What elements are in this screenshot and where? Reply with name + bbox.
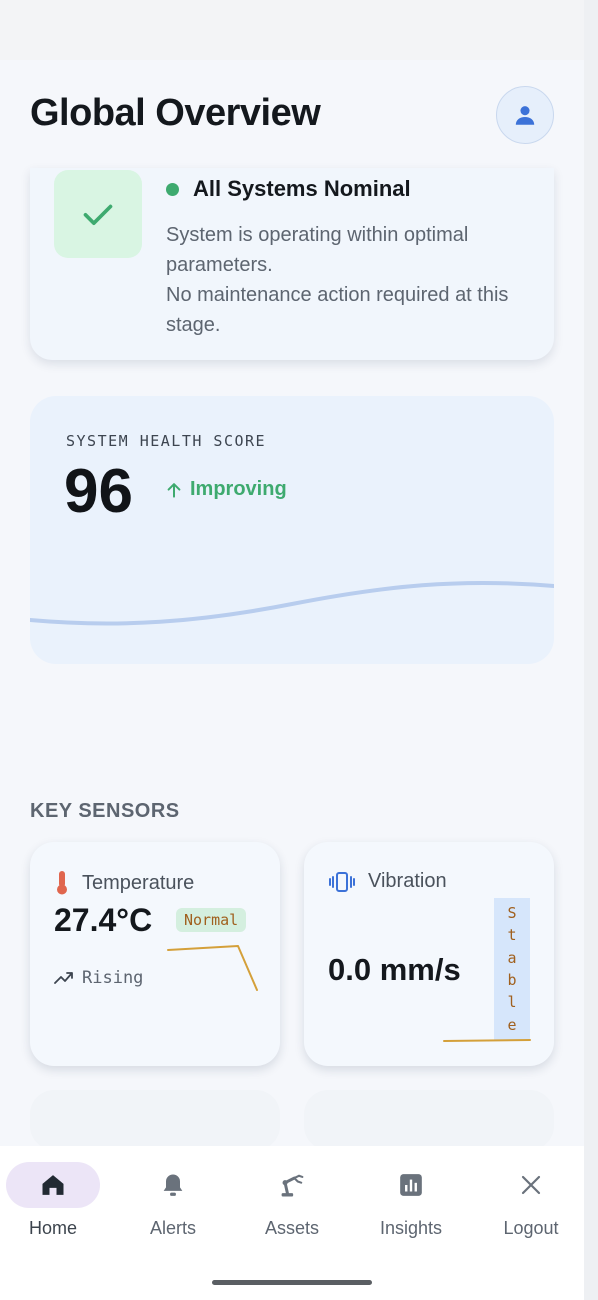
sensor-name: Vibration	[368, 870, 447, 892]
system-status-card: All Systems Nominal System is operating …	[30, 168, 554, 360]
badge-letter: e	[507, 1015, 517, 1034]
screen-edge	[584, 0, 598, 1300]
bar-chart-icon	[400, 1174, 422, 1196]
badge-letter: l	[507, 993, 517, 1012]
badge-letter: S	[507, 904, 517, 923]
nav-icon-pill	[484, 1162, 578, 1208]
header: Global Overview	[0, 80, 584, 150]
temperature-sensor-card[interactable]: Temperature 27.4°C Normal Rising	[30, 842, 280, 1066]
person-icon	[515, 106, 535, 125]
nav-item-insights[interactable]: Insights	[361, 1162, 461, 1252]
sensor-value: 27.4°C	[54, 902, 153, 938]
sensor-status-badge: Normal	[176, 908, 247, 932]
sensor-card-partial	[304, 1090, 554, 1150]
nav-icon-pill	[6, 1162, 100, 1208]
badge-letter: a	[507, 948, 517, 967]
badge-letter: b	[507, 971, 517, 990]
sensor-card-partial	[30, 1090, 280, 1150]
close-icon	[521, 1175, 541, 1195]
status-title-row: All Systems Nominal	[166, 176, 411, 202]
status-description: System is operating within optimal param…	[166, 220, 546, 340]
nav-icon-pill	[245, 1162, 339, 1208]
home-icon	[42, 1175, 64, 1195]
nav-label: Insights	[379, 1218, 443, 1238]
nav-icon-pill	[126, 1162, 220, 1208]
check-icon	[83, 204, 113, 225]
status-dot	[166, 182, 179, 196]
health-score-card[interactable]: SYSTEM HEALTH SCORE 96 Improving	[30, 396, 554, 664]
nav-label: Assets	[264, 1218, 320, 1238]
sensor-header: Vibration	[328, 870, 447, 893]
sensor-trend-label: Rising	[82, 968, 144, 988]
sensor-status-badge: S t a b l e	[494, 898, 530, 1040]
page-title: Global Overview	[30, 92, 321, 134]
sensor-name: Temperature	[82, 871, 195, 894]
vibration-icon	[329, 871, 355, 892]
home-indicator[interactable]	[212, 1280, 372, 1285]
bottom-navigation: Home Alerts Assets Insights Logout	[0, 1146, 584, 1300]
section-title-key-sensors: KEY SENSORS	[30, 800, 180, 822]
nav-item-logout[interactable]: Logout	[481, 1162, 581, 1252]
badge-letter: t	[507, 926, 517, 945]
status-check-tile	[54, 170, 142, 258]
thermometer-icon	[57, 871, 67, 895]
profile-button[interactable]	[496, 86, 554, 144]
status-description-line: System is operating within optimal param…	[166, 224, 469, 276]
trending-up-icon	[54, 972, 73, 984]
sensor-value: 0.0 mm/s	[328, 952, 461, 987]
app-screen: Global Overview All Systems Nominal Syst…	[0, 0, 584, 1300]
status-bar	[0, 0, 584, 60]
nav-icon-pill	[364, 1162, 458, 1208]
nav-item-alerts[interactable]: Alerts	[123, 1162, 223, 1252]
nav-label: Alerts	[149, 1218, 196, 1238]
sensor-trend: Rising	[54, 968, 143, 988]
nav-label: Home	[28, 1218, 77, 1238]
nav-item-home[interactable]: Home	[3, 1162, 103, 1252]
nav-item-assets[interactable]: Assets	[242, 1162, 342, 1252]
vibration-sensor-card[interactable]: Vibration 0.0 mm/s S t a b l e	[304, 842, 554, 1066]
status-title: All Systems Nominal	[193, 176, 411, 201]
bell-icon	[163, 1174, 183, 1196]
nav-label: Logout	[503, 1218, 559, 1238]
status-description-line: No maintenance action required at this s…	[166, 284, 509, 336]
sensor-header: Temperature	[54, 870, 194, 896]
health-sparkline	[30, 580, 554, 626]
robot-arm-icon	[281, 1174, 304, 1197]
